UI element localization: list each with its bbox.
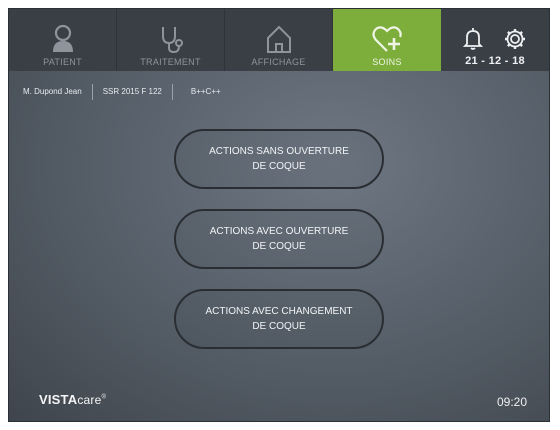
- patient-name: M. Dupond Jean: [9, 84, 93, 100]
- clock-time: 09:20: [496, 395, 527, 409]
- bell-icon[interactable]: [463, 27, 483, 51]
- tab-affichage[interactable]: AFFICHAGE: [225, 9, 333, 71]
- top-navigation: PATIENT TRAITEMENT AFFICHAGE SOINS 21 - …: [9, 9, 549, 71]
- app-window: PATIENT TRAITEMENT AFFICHAGE SOINS 21 - …: [8, 8, 550, 422]
- patient-info-bar: M. Dupond Jean SSR 2015 F 122 B++C++: [9, 77, 549, 107]
- tab-traitement[interactable]: TRAITEMENT: [117, 9, 225, 71]
- patient-icon: [52, 24, 73, 52]
- actions-list: ACTIONS SANS OUVERTURE DE COQUE ACTIONS A…: [9, 129, 549, 349]
- gear-icon[interactable]: [503, 27, 527, 51]
- action-with-opening-button[interactable]: ACTIONS AVEC OUVERTURE DE COQUE: [174, 209, 384, 269]
- vistacare-logo: VISTAcare®: [39, 392, 107, 407]
- date-display: 21 - 12 - 18: [465, 55, 525, 67]
- header-tools: 21 - 12 - 18: [441, 9, 549, 71]
- action-label: ACTIONS AVEC CHANGEMENT DE COQUE: [205, 306, 353, 332]
- tab-label: AFFICHAGE: [251, 57, 306, 67]
- home-icon: [266, 25, 291, 53]
- stethoscope-icon: [161, 27, 183, 54]
- tab-label: PATIENT: [43, 57, 82, 67]
- tab-label: TRAITEMENT: [140, 57, 201, 67]
- action-label: ACTIONS SANS OUVERTURE DE COQUE: [209, 146, 349, 172]
- tab-soins[interactable]: SOINS: [333, 9, 441, 71]
- patient-code: B++C++: [190, 87, 221, 96]
- heart-plus-icon: [372, 26, 402, 52]
- tab-patient[interactable]: PATIENT: [9, 9, 117, 71]
- action-with-change-button[interactable]: ACTIONS AVEC CHANGEMENT DE COQUE: [174, 289, 384, 349]
- action-label: ACTIONS AVEC OUVERTURE DE COQUE: [209, 226, 349, 252]
- action-without-opening-button[interactable]: ACTIONS SANS OUVERTURE DE COQUE: [174, 129, 384, 189]
- tab-label: SOINS: [372, 57, 402, 67]
- patient-room: SSR 2015 F 122: [93, 84, 173, 100]
